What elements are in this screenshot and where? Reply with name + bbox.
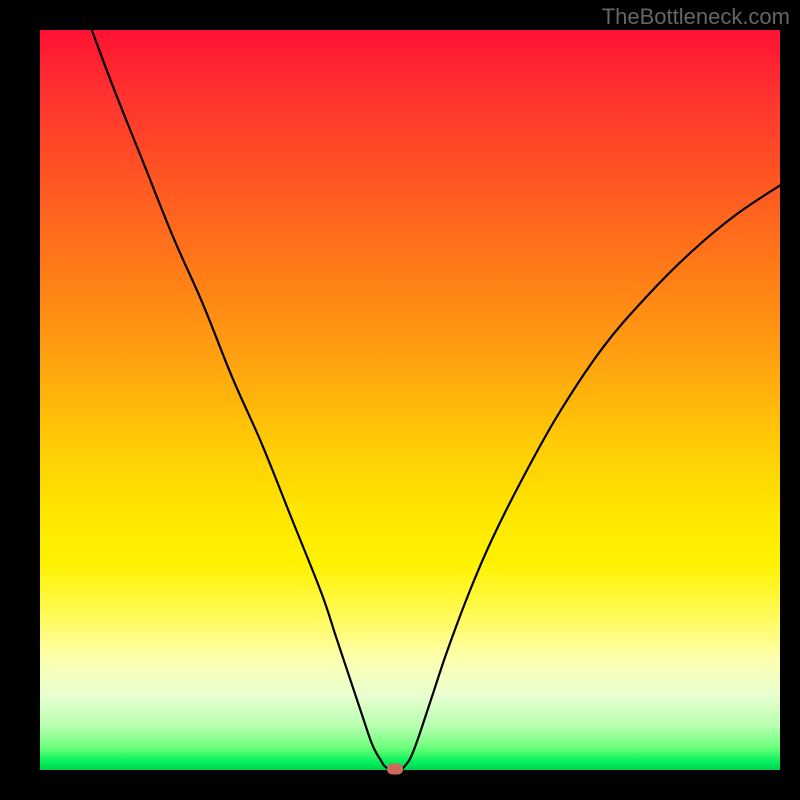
chart-curve (40, 30, 780, 770)
chart-plot-area (40, 30, 780, 770)
curve-right-branch (403, 185, 780, 768)
curve-left-branch (92, 30, 388, 769)
chart-marker (387, 763, 403, 774)
watermark-text: TheBottleneck.com (602, 4, 790, 30)
